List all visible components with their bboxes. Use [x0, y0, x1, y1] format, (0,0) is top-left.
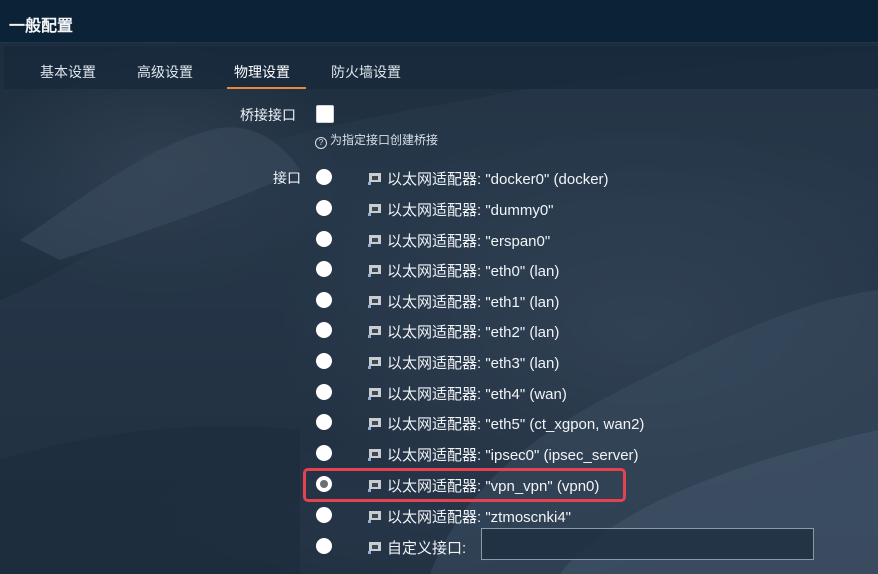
page-title: 一般配置 — [9, 18, 74, 35]
interface-radio-dummy0[interactable] — [316, 200, 332, 216]
ethernet-port-icon — [368, 173, 381, 185]
bridge-hint-text: 为指定接口创建桥接 — [330, 133, 439, 147]
interface-radio-erspan0[interactable] — [316, 231, 332, 247]
ethernet-port-icon — [368, 449, 381, 461]
interface-option-label: 以太网适配器: "eth3" (lan) — [387, 355, 560, 372]
active-tab-indicator — [227, 87, 306, 89]
interface-label: 接口 — [273, 170, 301, 186]
custom-interface-label: 自定义接口: — [387, 540, 467, 557]
bridge-interface-checkbox[interactable] — [316, 105, 334, 123]
ethernet-port-icon — [368, 204, 381, 216]
interface-radio-docker0[interactable] — [316, 169, 332, 185]
interface-radio-eth1[interactable] — [316, 292, 332, 308]
bridge-interface-label: 桥接接口 — [240, 107, 296, 123]
interface-radio-eth0[interactable] — [316, 261, 332, 277]
interface-radio-ztmoscnki4[interactable] — [316, 507, 332, 523]
interface-radio-eth2[interactable] — [316, 322, 332, 338]
ethernet-port-icon — [368, 296, 381, 308]
interface-option-label: 以太网适配器: "eth4" (wan) — [387, 386, 567, 403]
ethernet-port-icon — [368, 511, 381, 523]
tab-firewall-settings[interactable]: 防火墙设置 — [331, 62, 401, 82]
bridge-hint: ? 为指定接口创建桥接 — [315, 131, 438, 149]
tab-physical-settings[interactable]: 物理设置 — [234, 62, 290, 82]
interface-radio-eth5[interactable] — [316, 414, 332, 430]
ethernet-port-icon — [368, 357, 381, 369]
ethernet-port-icon — [368, 542, 381, 554]
ethernet-port-icon — [368, 235, 381, 247]
interface-radio-eth4[interactable] — [316, 384, 332, 400]
interface-option-label: 以太网适配器: "erspan0" — [387, 233, 551, 250]
interface-radio-ipsec0[interactable] — [316, 445, 332, 461]
interface-option-label: 以太网适配器: "ipsec0" (ipsec_server) — [387, 447, 639, 464]
interface-option-label: 以太网适配器: "eth0" (lan) — [387, 263, 560, 280]
interface-radio-custom[interactable] — [316, 538, 332, 554]
ethernet-port-icon — [368, 418, 381, 430]
tab-bar: 基本设置 高级设置 物理设置 防火墙设置 — [4, 46, 878, 89]
question-circle-icon: ? — [315, 137, 327, 149]
ethernet-port-icon — [368, 326, 381, 338]
interface-option-label: 以太网适配器: "eth1" (lan) — [387, 294, 560, 311]
interface-option-label: 以太网适配器: "eth5" (ct_xgpon, wan2) — [387, 416, 645, 433]
interface-option-label: 以太网适配器: "eth2" (lan) — [387, 324, 560, 341]
interface-option-label: 以太网适配器: "docker0" (docker) — [387, 171, 609, 188]
ethernet-port-icon — [368, 265, 381, 277]
selected-option-highlight — [303, 468, 626, 502]
page-header: 一般配置 — [0, 0, 878, 43]
tab-basic-settings[interactable]: 基本设置 — [40, 62, 96, 82]
tab-advanced-settings[interactable]: 高级设置 — [137, 62, 193, 82]
custom-interface-input[interactable] — [481, 528, 814, 560]
interface-option-label: 以太网适配器: "ztmoscnki4" — [387, 509, 572, 526]
interface-radio-eth3[interactable] — [316, 353, 332, 369]
interface-option-label: 以太网适配器: "dummy0" — [387, 202, 554, 219]
ethernet-port-icon — [368, 388, 381, 400]
